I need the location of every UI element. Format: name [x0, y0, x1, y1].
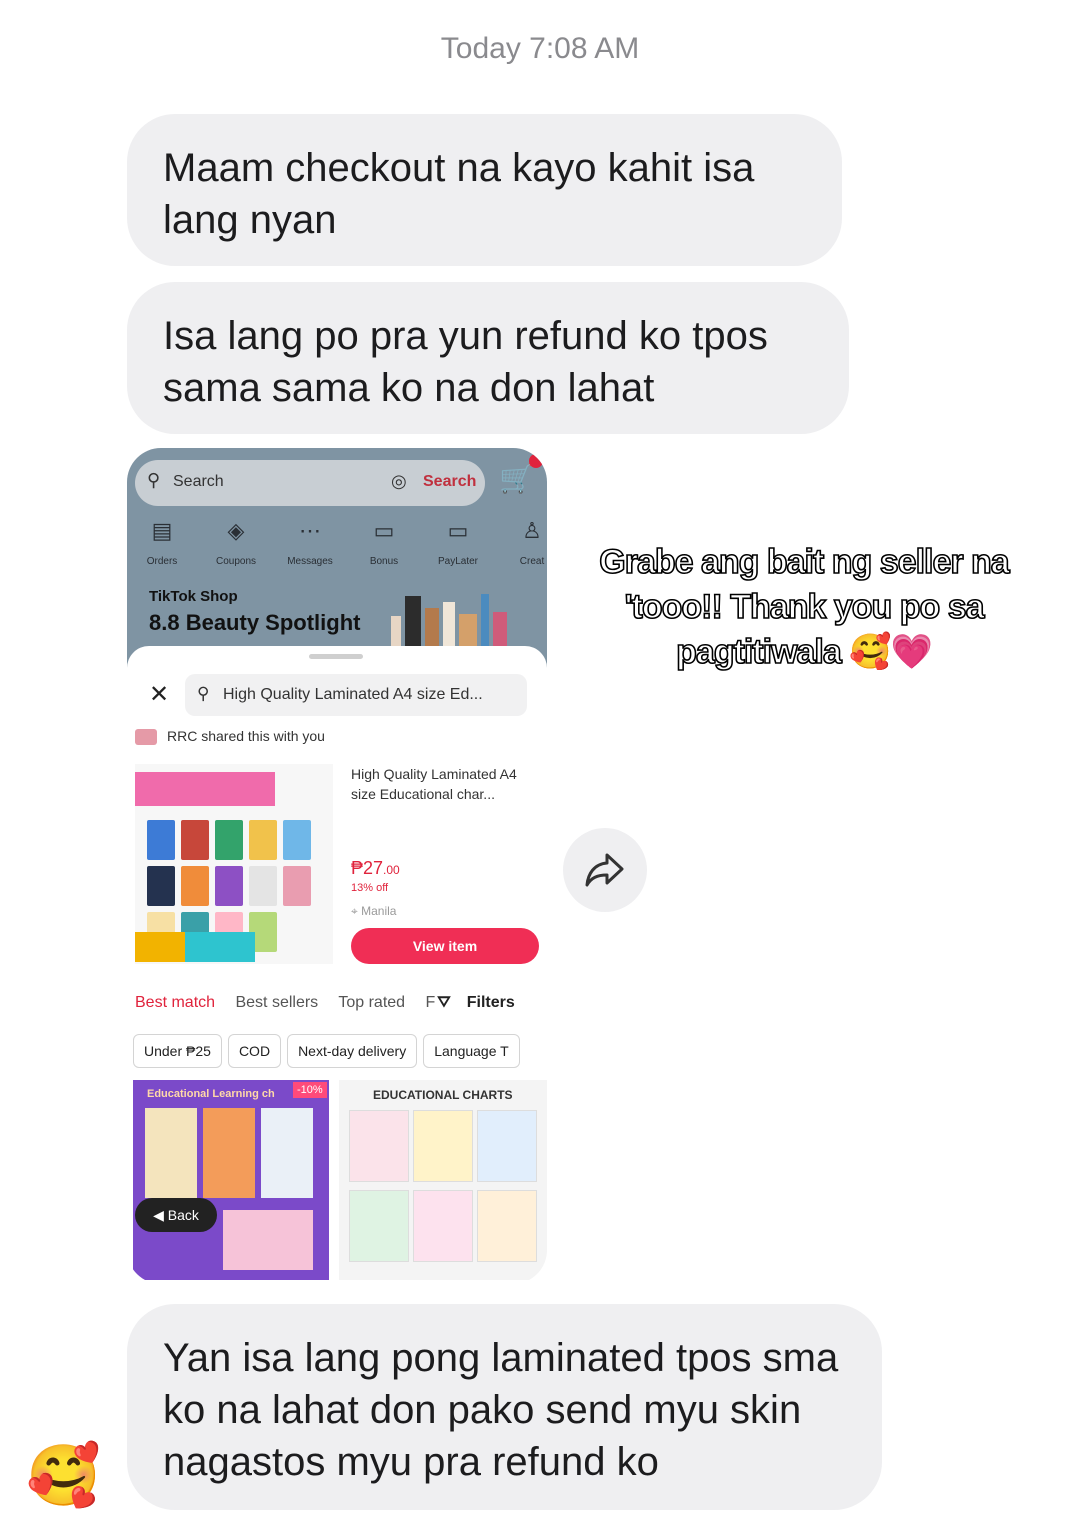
orders-icon: ▤ [151, 518, 173, 543]
chip-next-day: Next-day delivery [287, 1034, 418, 1068]
product-banner [135, 772, 275, 806]
shared-by-text: RRC shared this with you [167, 728, 325, 744]
discount-label: 13% off [351, 882, 389, 894]
view-item-button: View item [351, 928, 539, 964]
tiktok-shop-logo: TikTok Shop [149, 588, 238, 605]
product-title: High Quality Laminated A4 size Education… [351, 766, 517, 802]
search-button: Search [423, 473, 477, 490]
coupons-shortcut: ◈ Coupons [203, 518, 269, 567]
orders-label: Orders [146, 556, 178, 567]
filters-label: Filters [466, 994, 515, 1011]
sheet-handle [309, 654, 363, 659]
product-image [135, 764, 333, 964]
create-shortcut: ♙ Creat [499, 518, 547, 567]
reaction-emoji[interactable]: 🥰 [26, 1438, 102, 1514]
back-label: Back [167, 1207, 199, 1223]
orders-shortcut: ▤ Orders [129, 518, 195, 567]
filter-icon: ⛛ [437, 994, 451, 1011]
timestamp: Today 7:08 AM [440, 32, 640, 65]
location-pin-icon: ⌖ [351, 904, 362, 918]
back-button: ◀ Back [135, 1198, 217, 1232]
bonus-shortcut: ▭ Bonus [351, 518, 417, 567]
paylater-label: PayLater [437, 556, 479, 567]
search-icon: ⚲ [197, 684, 210, 703]
sort-tabs: Best match Best sellers Top rated F ⛛ Filt… [135, 994, 531, 1012]
messages-label: Messages [287, 556, 333, 567]
shared-by-row: RRC shared this with you [135, 728, 325, 746]
cart-icon: 🛒 [499, 463, 534, 494]
product-card-educational-learning: Educational Learning ch -10% [133, 1080, 329, 1280]
share-arrow-icon [585, 853, 624, 887]
card-title: EDUCATIONAL CHARTS [373, 1088, 513, 1102]
card-title: Educational Learning ch [147, 1088, 275, 1100]
coupons-icon: ◈ [227, 518, 245, 543]
beauty-products-image [391, 594, 507, 646]
product-card-educational-charts: EDUCATIONAL CHARTS [339, 1080, 547, 1280]
chip-cod: COD [227, 1034, 282, 1068]
location-label: ⌖ Manila [351, 904, 396, 919]
bonus-label: Bonus [369, 556, 399, 567]
tab-top-rated: Top rated [338, 994, 406, 1011]
message-bubble[interactable]: Maam checkout na kayo kahit isa lang nya… [127, 114, 842, 266]
location-text: Manila [361, 904, 397, 918]
product-price: ₱27.00 [351, 858, 400, 879]
tab-truncated: F [425, 994, 436, 1011]
back-arrow-icon: ◀ [153, 1207, 168, 1223]
coupons-label: Coupons [215, 556, 257, 567]
price-cents: .00 [383, 863, 400, 877]
price-main: 27 [363, 858, 384, 878]
paylater-icon: ▭ [447, 518, 469, 543]
chip-under-25: Under ₱25 [133, 1034, 222, 1068]
search-query: High Quality Laminated A4 size Ed... [223, 686, 483, 703]
search-placeholder: Search [173, 473, 224, 490]
share-sheet: ✕ ⚲ High Quality Laminated A4 size Ed...… [127, 646, 547, 1284]
price-symbol: ₱ [351, 858, 364, 878]
camera-icon: ◎ [391, 471, 407, 491]
paylater-shortcut: ▭ PayLater [425, 518, 491, 567]
tab-best-sellers: Best sellers [235, 994, 319, 1011]
add-user-icon: ♙ [522, 518, 542, 543]
search-icon: ⚲ [147, 470, 161, 490]
caption-overlay: Grabe ang bait ng seller na 'tooo!! Than… [598, 542, 1010, 672]
shared-screenshot[interactable]: ⚲ Search ◎ Search 🛒 ▤ Orders ◈ Coupons ⋯… [127, 448, 547, 1284]
messages-icon: ⋯ [299, 518, 321, 543]
message-bubble[interactable]: Isa lang po pra yun refund ko tpos sama … [127, 282, 849, 434]
chip-language: Language T [423, 1034, 520, 1068]
app-search-bar: ⚲ Search ◎ Search [135, 460, 485, 506]
message-bubble[interactable]: Yan isa lang pong laminated tpos sma ko … [127, 1304, 882, 1510]
avatar [135, 729, 157, 746]
banner-title: 8.8 Beauty Spotlight [149, 610, 361, 635]
app-header: ⚲ Search ◎ Search 🛒 ▤ Orders ◈ Coupons ⋯… [127, 448, 547, 668]
filter-chips: Under ₱25 COD Next-day delivery Language T [133, 1034, 526, 1068]
messages-shortcut: ⋯ Messages [277, 518, 343, 567]
bonus-icon: ▭ [373, 518, 395, 543]
close-icon: ✕ [149, 681, 170, 708]
create-label: Creat [519, 556, 545, 567]
tab-best-match: Best match [135, 994, 216, 1011]
sheet-search-field: ⚲ High Quality Laminated A4 size Ed... [185, 674, 527, 716]
cart-badge [529, 454, 543, 468]
discount-badge: -10% [293, 1082, 327, 1098]
share-button[interactable] [563, 828, 647, 912]
save-badge [135, 932, 185, 962]
